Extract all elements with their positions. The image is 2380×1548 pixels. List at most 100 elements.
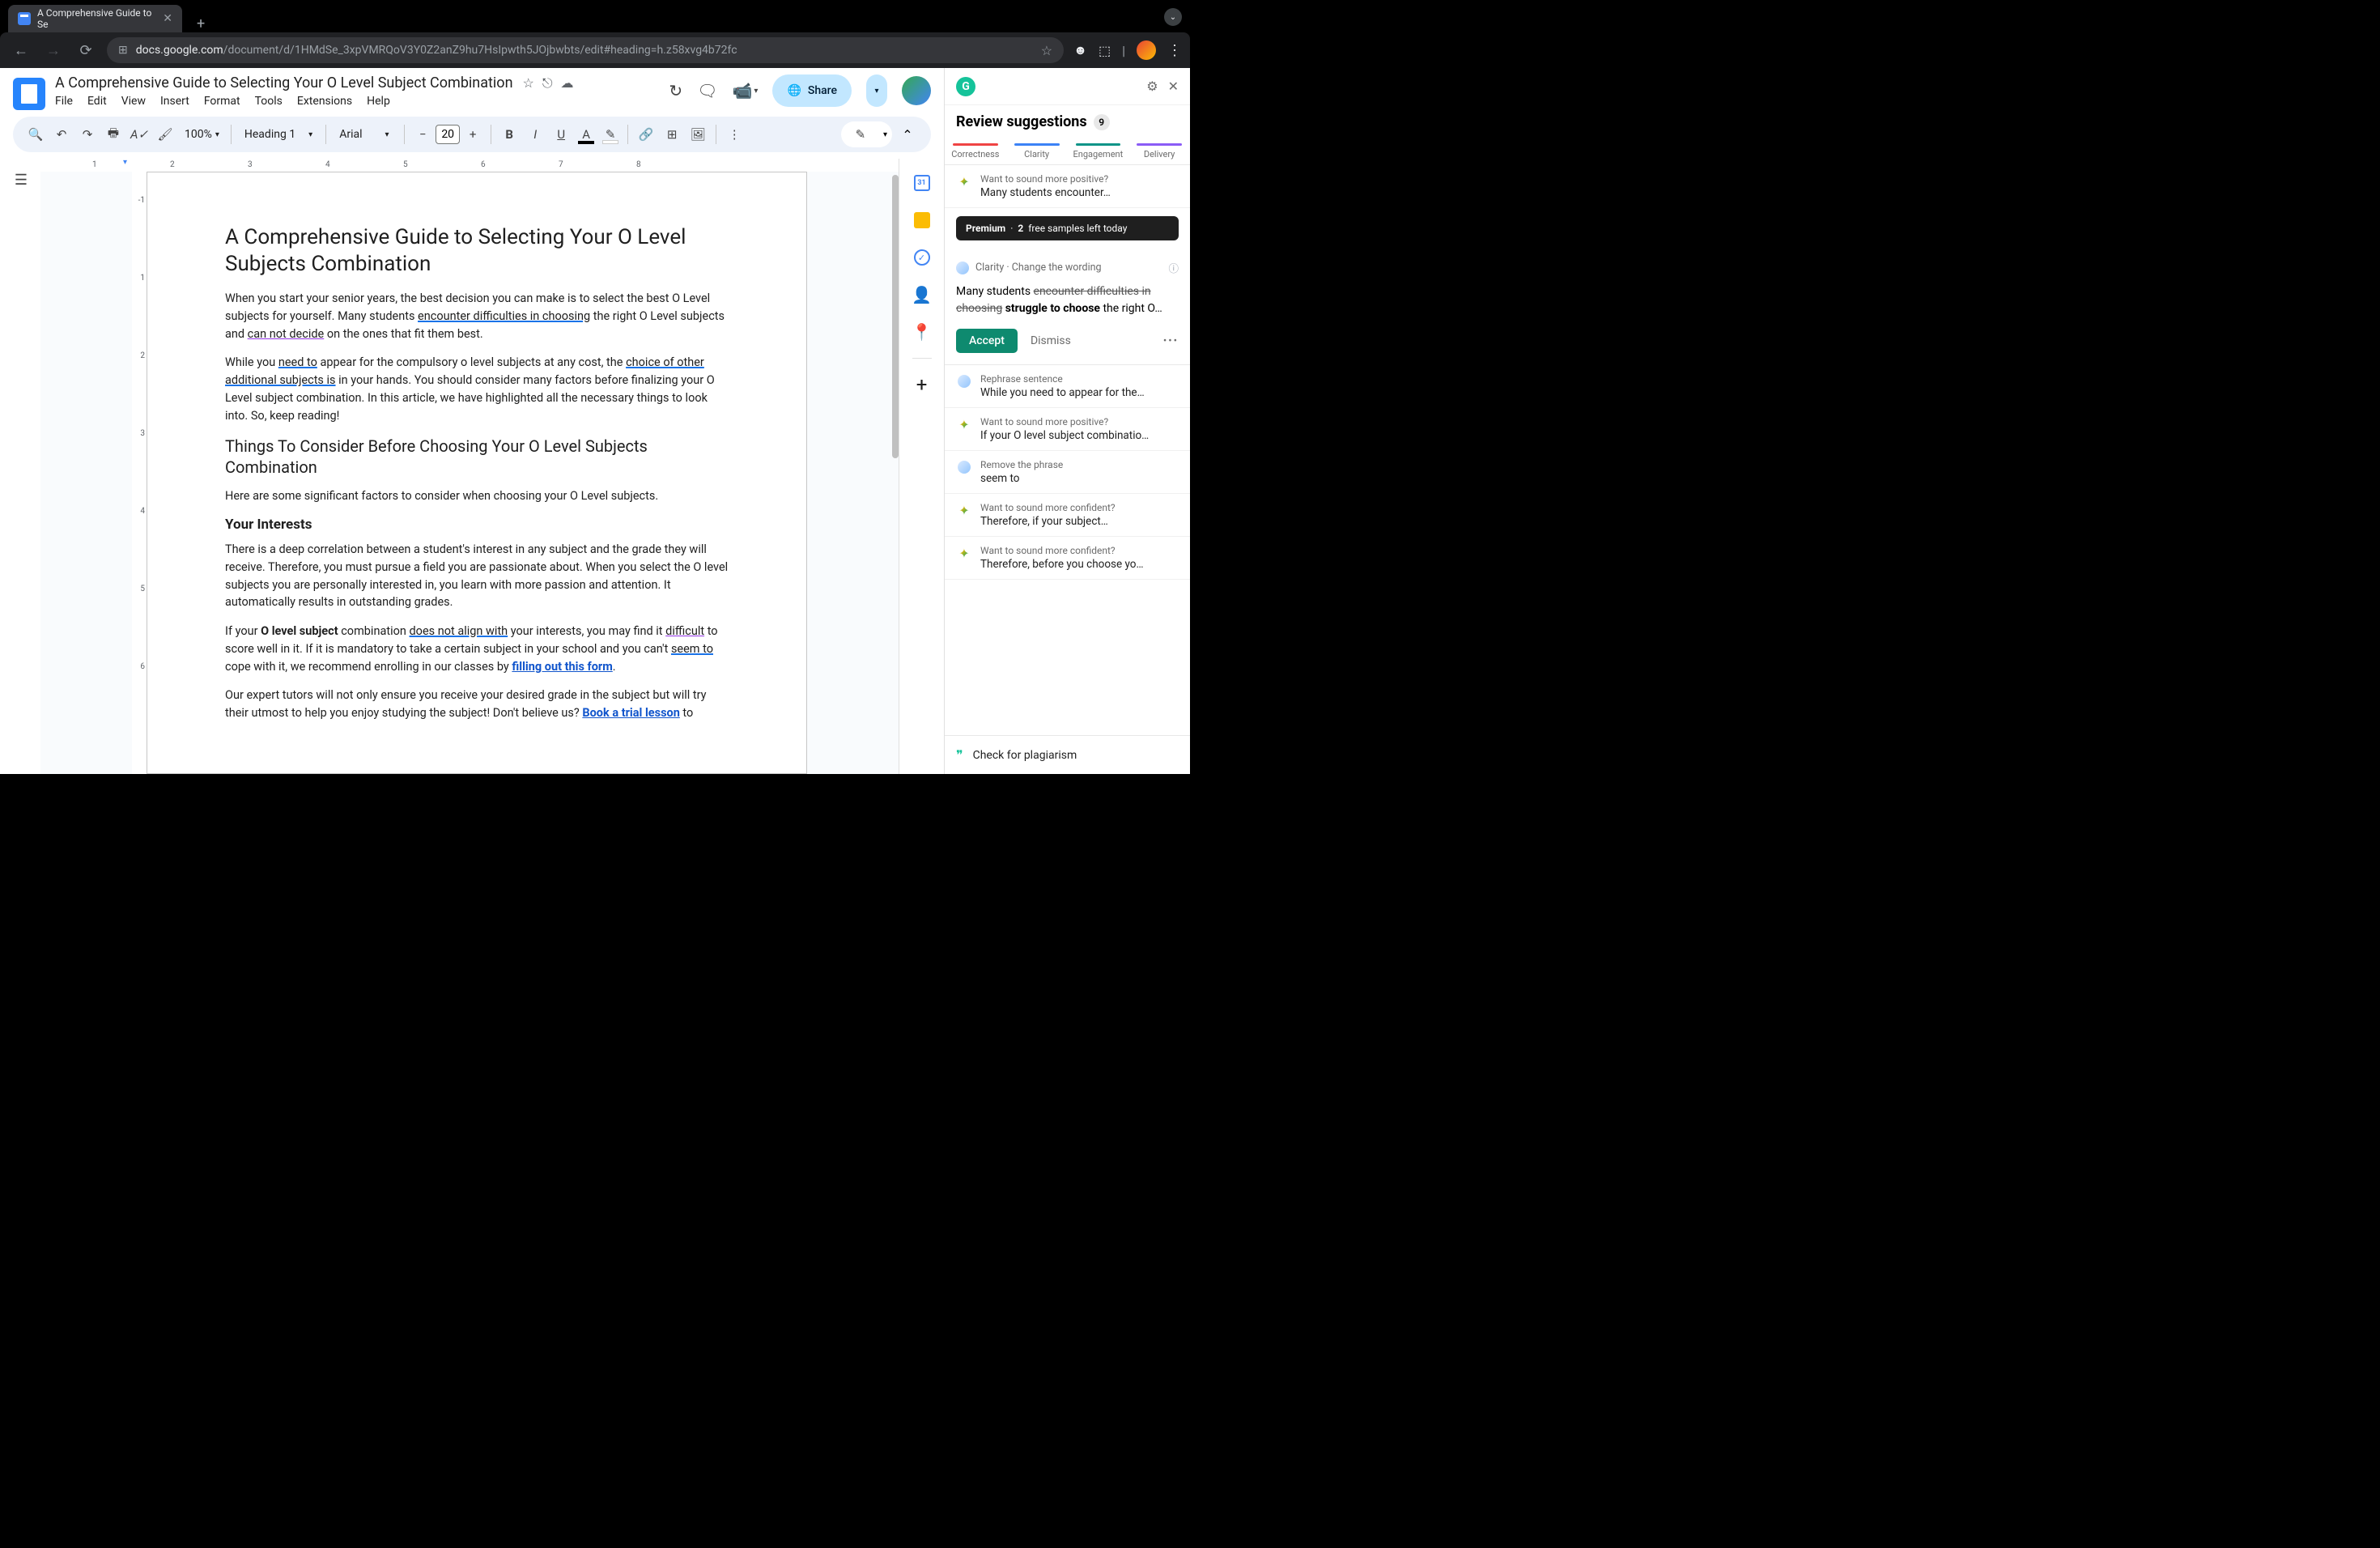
menu-insert[interactable]: Insert	[160, 95, 189, 108]
move-icon[interactable]: ⎋	[542, 75, 553, 91]
reload-button[interactable]: ⟳	[74, 42, 97, 59]
meet-icon[interactable]: 📹▾	[733, 81, 759, 100]
globe-icon: 🌐	[787, 84, 801, 97]
menu-extensions[interactable]: Extensions	[297, 95, 352, 108]
text-color-button[interactable]: A	[576, 123, 597, 146]
heading-3[interactable]: Your Interests	[225, 517, 729, 533]
paragraph[interactable]: Here are some significant factors to con…	[225, 487, 729, 505]
chrome-menu-icon[interactable]: ⋮	[1167, 42, 1180, 59]
close-panel-icon[interactable]: ✕	[1168, 79, 1179, 94]
more-tools-button[interactable]: ⋮	[723, 123, 746, 146]
insert-image-button[interactable]: 🖼	[686, 123, 709, 146]
back-button[interactable]: ←	[10, 42, 32, 59]
scrollbar-thumb[interactable]	[892, 175, 899, 458]
paragraph[interactable]: Our expert tutors will not only ensure y…	[225, 687, 729, 722]
forward-button[interactable]: →	[42, 42, 65, 59]
heading-2[interactable]: Things To Consider Before Choosing Your …	[225, 436, 729, 478]
paragraph[interactable]: While you need to appear for the compuls…	[225, 354, 729, 424]
redo-button[interactable]: ↷	[76, 123, 99, 146]
history-icon[interactable]: ↻	[669, 81, 682, 100]
menu-tools[interactable]: Tools	[255, 95, 283, 108]
editing-mode-picker[interactable]: ✎ ▾	[841, 121, 892, 147]
suggestion-card[interactable]: Remove the phraseseem to	[945, 451, 1190, 494]
info-icon[interactable]: ⓘ	[1168, 260, 1179, 275]
accept-button[interactable]: Accept	[956, 329, 1018, 353]
spellcheck-button[interactable]: A✓	[128, 123, 151, 146]
suggestion-card[interactable]: ✦Want to sound more confident?Therefore,…	[945, 537, 1190, 580]
page[interactable]: A Comprehensive Guide to Selecting Your …	[147, 172, 807, 774]
undo-button[interactable]: ↶	[50, 123, 73, 146]
suggestion-card[interactable]: Rephrase sentenceWhile you need to appea…	[945, 365, 1190, 408]
menu-view[interactable]: View	[121, 95, 146, 108]
highlight-button[interactable]: ✎	[600, 123, 621, 146]
bookmark-icon[interactable]: ☆	[1041, 43, 1052, 58]
collapse-toolbar-button[interactable]: ⌃	[895, 122, 920, 147]
get-addons-button[interactable]: +	[906, 368, 938, 401]
cloud-status-icon[interactable]: ☁	[561, 75, 574, 91]
search-menu-icon[interactable]: 🔍	[24, 123, 47, 146]
decrease-font-button[interactable]: −	[411, 123, 434, 146]
tasks-addon-icon[interactable]	[906, 241, 938, 274]
paint-format-button[interactable]: 🖌	[154, 123, 176, 146]
bold-button[interactable]: B	[498, 123, 521, 146]
extension-icon[interactable]: ☻	[1073, 42, 1087, 58]
paragraph[interactable]: When you start your senior years, the be…	[225, 290, 729, 342]
suggestions-list[interactable]: ✦ Want to sound more positive? Many stud…	[945, 165, 1190, 735]
suggestion-card[interactable]: ✦Want to sound more confident?Therefore,…	[945, 494, 1190, 537]
contacts-addon-icon[interactable]: 👤	[906, 279, 938, 311]
outline-toggle-icon[interactable]: ☰	[6, 165, 36, 194]
vertical-ruler[interactable]: -1123456	[132, 172, 147, 774]
comments-icon[interactable]: 🗨	[697, 81, 717, 100]
keep-addon-icon[interactable]	[906, 204, 938, 236]
increase-font-button[interactable]: +	[461, 123, 484, 146]
heading-1[interactable]: A Comprehensive Guide to Selecting Your …	[225, 224, 729, 277]
indent-marker-icon[interactable]: ▾	[123, 159, 127, 167]
new-tab-button[interactable]: +	[189, 15, 213, 32]
menu-format[interactable]: Format	[204, 95, 240, 108]
suggestion-count: 9	[1094, 114, 1110, 130]
tab-clarity[interactable]: Clarity	[1006, 138, 1068, 164]
url-field[interactable]: ⊞ docs.google.com/document/d/1HMdSe_3xpV…	[107, 37, 1064, 63]
profile-avatar-icon[interactable]	[1137, 40, 1156, 60]
paragraph[interactable]: There is a deep correlation between a st…	[225, 541, 729, 611]
account-avatar-icon[interactable]	[902, 76, 931, 105]
share-dropdown-button[interactable]: ▾	[866, 74, 887, 107]
suggestion-card[interactable]: ✦ Want to sound more positive? Many stud…	[945, 165, 1190, 208]
site-info-icon[interactable]: ⊞	[118, 44, 128, 57]
more-actions-icon[interactable]: •••	[1163, 335, 1179, 347]
premium-notice[interactable]: Premium · 2 free samples left today	[956, 216, 1179, 240]
menu-help[interactable]: Help	[367, 95, 390, 108]
close-tab-icon[interactable]: ✕	[163, 12, 172, 25]
paragraph-style-picker[interactable]: Heading 1 ▾	[238, 128, 319, 141]
docs-home-icon[interactable]	[13, 78, 45, 110]
font-size-input[interactable]	[436, 125, 460, 144]
suggestion-card[interactable]: ✦Want to sound more positive?If your O l…	[945, 408, 1190, 451]
print-button[interactable]: 🖶	[102, 123, 125, 146]
dismiss-button[interactable]: Dismiss	[1031, 334, 1071, 347]
underline-button[interactable]: U	[550, 123, 572, 146]
browser-tab[interactable]: A Comprehensive Guide to Se ✕	[8, 5, 182, 32]
horizontal-ruler[interactable]: ▾ 12345678	[44, 159, 899, 172]
italic-button[interactable]: I	[524, 123, 546, 146]
insert-link-button[interactable]: 🔗	[635, 123, 657, 146]
plagiarism-check-button[interactable]: ❞ Check for plagiarism	[945, 735, 1190, 774]
font-picker[interactable]: Arial ▾	[333, 128, 397, 141]
document-title[interactable]: A Comprehensive Guide to Selecting Your …	[55, 74, 513, 91]
extensions-puzzle-icon[interactable]: ⬚	[1099, 43, 1111, 58]
tab-delivery[interactable]: Delivery	[1128, 138, 1190, 164]
maps-addon-icon[interactable]: 📍	[906, 316, 938, 348]
star-icon[interactable]: ☆	[523, 75, 534, 91]
tab-engagement[interactable]: Engagement	[1068, 138, 1129, 164]
grammarly-logo-icon[interactable]	[956, 77, 975, 96]
menu-file[interactable]: File	[55, 95, 73, 108]
document-canvas[interactable]: -1123456 A Comprehensive Guide to Select…	[40, 172, 899, 774]
zoom-picker[interactable]: 100% ▾	[180, 128, 224, 141]
paragraph[interactable]: If your O level subject combination does…	[225, 623, 729, 675]
settings-gear-icon[interactable]: ⚙	[1146, 79, 1158, 94]
add-comment-button[interactable]: ⊞	[661, 123, 683, 146]
tab-search-icon[interactable]: ⌄	[1164, 8, 1182, 26]
share-button[interactable]: 🌐 Share	[772, 74, 852, 107]
tab-correctness[interactable]: Correctness	[945, 138, 1006, 164]
calendar-addon-icon[interactable]	[906, 167, 938, 199]
menu-edit[interactable]: Edit	[87, 95, 107, 108]
